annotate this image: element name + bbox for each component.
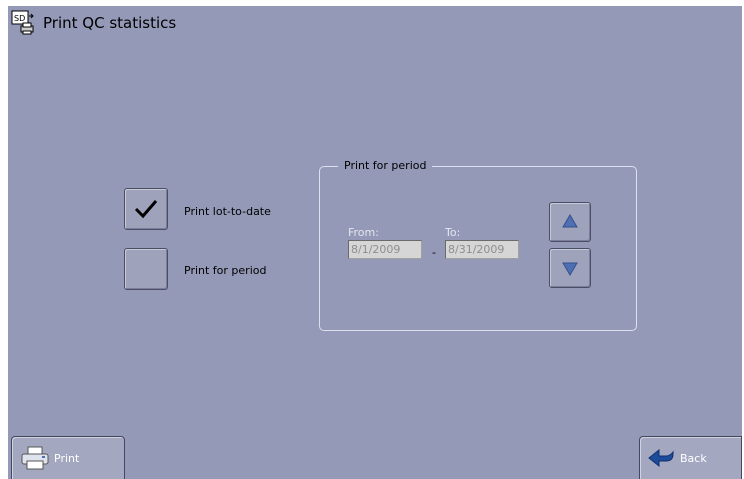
checkmark-icon: [134, 200, 158, 219]
print-lot-to-date-label: Print lot-to-date: [184, 205, 271, 218]
from-label: From:: [348, 226, 379, 239]
date-down-button[interactable]: [549, 248, 591, 288]
back-button-label: Back: [680, 451, 707, 465]
period-groupbox-legend: Print for period: [338, 159, 433, 172]
arrow-up-icon: [562, 214, 578, 228]
svg-text:SD: SD: [14, 14, 25, 23]
date-separator: -: [432, 246, 436, 259]
printer-icon: [21, 446, 49, 470]
title-bar: SD Print QC statistics: [11, 9, 176, 37]
print-button[interactable]: Print: [11, 436, 125, 479]
to-label: To:: [445, 226, 461, 239]
period-groupbox: Print for period From: 8/1/2009 - To: 8/…: [319, 159, 637, 331]
back-arrow-icon: [648, 448, 674, 468]
from-date-field[interactable]: 8/1/2009: [348, 240, 422, 259]
back-button[interactable]: Back: [639, 436, 742, 479]
to-date-field[interactable]: 8/31/2009: [445, 240, 519, 259]
print-button-label: Print: [54, 451, 80, 465]
print-statistics-icon: SD: [11, 10, 34, 35]
date-up-button[interactable]: [549, 202, 591, 242]
arrow-down-icon: [562, 262, 578, 276]
screen: SD Print QC statistics Print lot-to-date…: [8, 6, 742, 479]
print-lot-to-date-toggle[interactable]: [124, 188, 168, 230]
page-title: Print QC statistics: [43, 14, 177, 32]
print-for-period-toggle[interactable]: [124, 248, 168, 290]
print-for-period-label: Print for period: [184, 264, 267, 277]
